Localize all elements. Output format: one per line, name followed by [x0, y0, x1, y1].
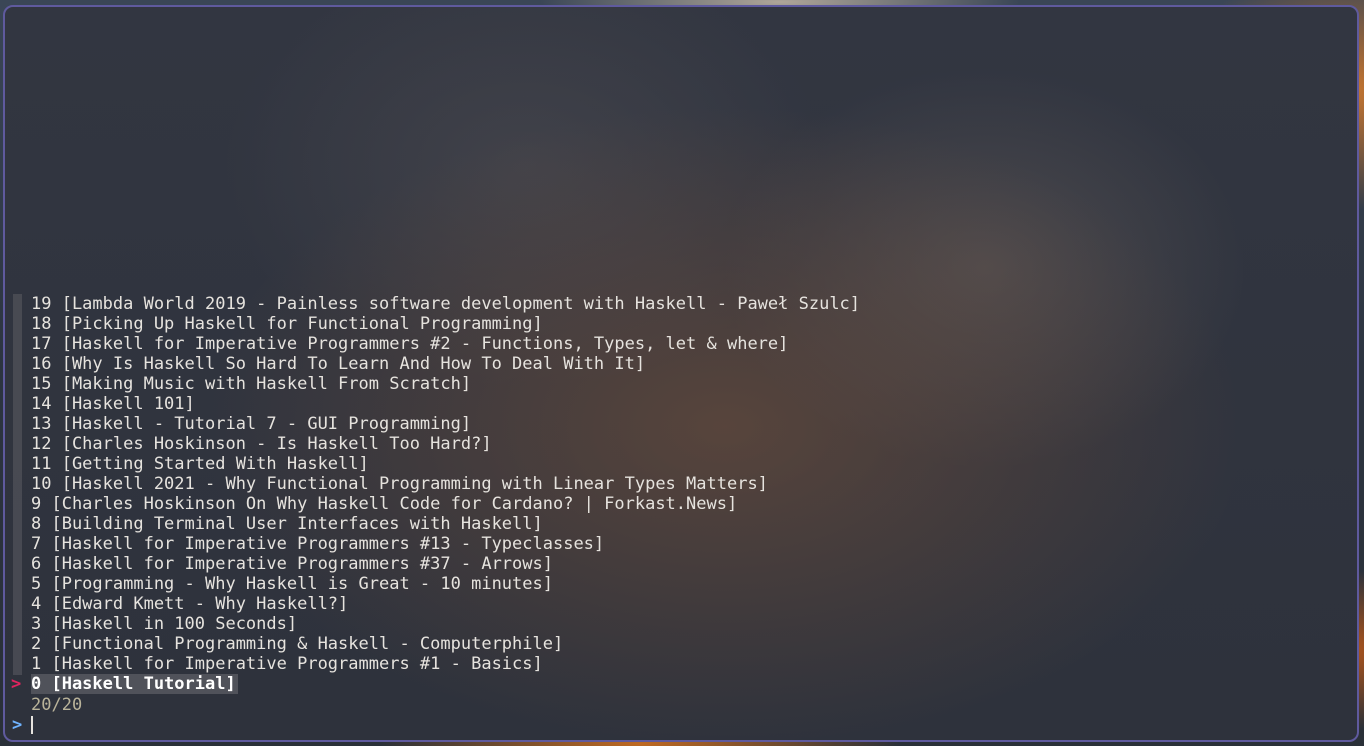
list-item[interactable]: 4 [Edward Kmett - Why Haskell?]	[31, 594, 860, 614]
list-item[interactable]: 1 [Haskell for Imperative Programmers #1…	[31, 654, 860, 674]
list-item[interactable]: 14 [Haskell 101]	[31, 394, 860, 414]
list-item[interactable]: 9 [Charles Hoskinson On Why Haskell Code…	[31, 494, 860, 514]
list-item[interactable]: 5 [Programming - Why Haskell is Great - …	[31, 574, 860, 594]
list-item[interactable]: 2 [Functional Programming & Haskell - Co…	[31, 634, 860, 654]
list-item[interactable]: 10 [Haskell 2021 - Why Functional Progra…	[31, 474, 860, 494]
match-count: 20/20	[31, 695, 83, 715]
list-item[interactable]: 19 [Lambda World 2019 - Painless softwar…	[31, 294, 860, 314]
list-item[interactable]: 18 [Picking Up Haskell for Functional Pr…	[31, 314, 860, 334]
selection-pointer-icon: >	[11, 674, 22, 694]
terminal-window[interactable]: 19 [Lambda World 2019 - Painless softwar…	[3, 5, 1359, 742]
list-item[interactable]: 11 [Getting Started With Haskell]	[31, 454, 860, 474]
list-item[interactable]: 6 [Haskell for Imperative Programmers #3…	[31, 554, 860, 574]
selection-gutter	[13, 294, 22, 675]
selected-item-label: 0 [Haskell Tutorial]	[31, 674, 238, 694]
list-item[interactable]: 13 [Haskell - Tutorial 7 - GUI Programmi…	[31, 414, 860, 434]
prompt-icon: >	[12, 715, 23, 735]
selected-list-item[interactable]: 0 [Haskell Tutorial]	[31, 674, 860, 694]
list-item[interactable]: 3 [Haskell in 100 Seconds]	[31, 614, 860, 634]
list-item[interactable]: 17 [Haskell for Imperative Programmers #…	[31, 334, 860, 354]
list-item[interactable]: 8 [Building Terminal User Interfaces wit…	[31, 514, 860, 534]
result-list: 19 [Lambda World 2019 - Painless softwar…	[31, 294, 860, 694]
list-item[interactable]: 15 [Making Music with Haskell From Scrat…	[31, 374, 860, 394]
list-item[interactable]: 12 [Charles Hoskinson - Is Haskell Too H…	[31, 434, 860, 454]
list-item[interactable]: 16 [Why Is Haskell So Hard To Learn And …	[31, 354, 860, 374]
list-item[interactable]: 7 [Haskell for Imperative Programmers #1…	[31, 534, 860, 554]
query-input-cursor[interactable]	[31, 716, 33, 734]
